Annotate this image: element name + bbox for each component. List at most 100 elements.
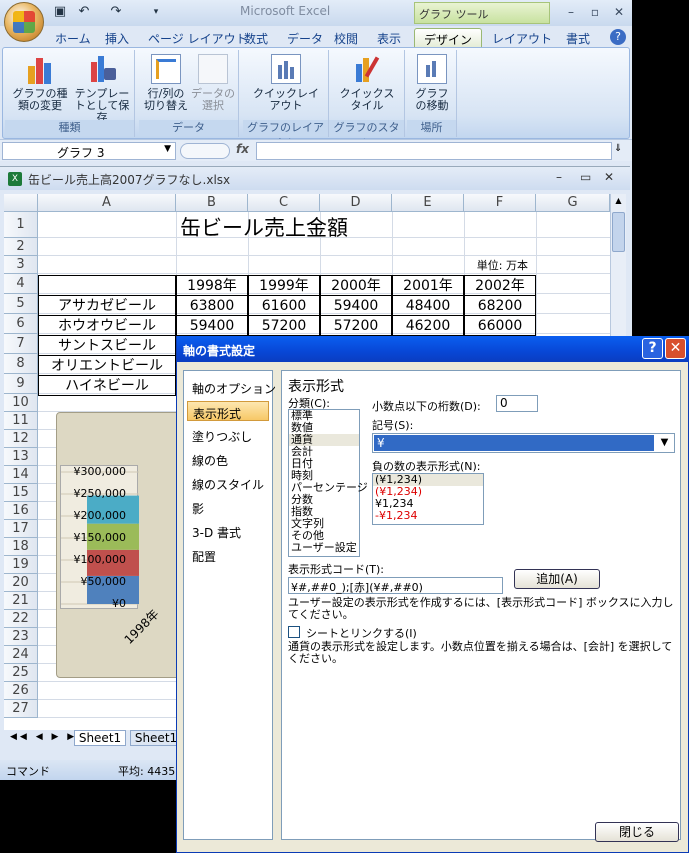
tab-formulas[interactable]: 数式 bbox=[244, 28, 268, 48]
switch-row-column-label: 行/列の切り替え bbox=[144, 87, 188, 112]
row-header[interactable]: 1 bbox=[4, 212, 38, 238]
section-heading: 表示形式 bbox=[288, 379, 344, 395]
select-data-button[interactable]: データの選択 bbox=[191, 54, 235, 112]
add-button[interactable]: 追加(A) bbox=[514, 569, 600, 589]
wb-minimize-icon[interactable]: – bbox=[556, 170, 562, 184]
dialog-close-icon[interactable]: ✕ bbox=[665, 338, 686, 359]
symbol-label: 記号(S): bbox=[372, 419, 414, 432]
minimize-icon[interactable]: – bbox=[562, 4, 580, 20]
format-code-input[interactable]: ¥#,##0_);[赤](¥#,##0) bbox=[288, 577, 503, 594]
row-header[interactable]: 4 bbox=[4, 274, 38, 294]
save-template-button[interactable]: テンプレートとして保存 bbox=[73, 54, 131, 124]
save-icon[interactable]: ▣ bbox=[52, 4, 68, 20]
nav-line-color[interactable]: 線の色 bbox=[187, 449, 269, 469]
formula-expand-control[interactable] bbox=[180, 143, 230, 159]
row-header[interactable]: 12 bbox=[4, 430, 38, 448]
row-header[interactable]: 9 bbox=[4, 374, 38, 394]
brand-cell: アサカゼビール bbox=[38, 295, 176, 316]
quick-layout-button[interactable]: クイックレイアウト bbox=[251, 54, 321, 112]
tab-view[interactable]: 表示 bbox=[377, 28, 401, 48]
move-chart-label: グラフの移動 bbox=[415, 87, 449, 112]
tab-review[interactable]: 校閲 bbox=[334, 28, 358, 48]
nav-axis-options[interactable]: 軸のオプション bbox=[187, 377, 276, 397]
row-header[interactable]: 23 bbox=[4, 628, 38, 646]
row-header[interactable]: 11 bbox=[4, 412, 38, 430]
dialog-help-icon[interactable]: ? bbox=[642, 338, 663, 359]
row-header[interactable]: 19 bbox=[4, 556, 38, 574]
row-header[interactable]: 5 bbox=[4, 294, 38, 314]
help-icon[interactable]: ? bbox=[610, 29, 626, 45]
name-box[interactable]: グラフ 3 ▼ bbox=[2, 142, 176, 160]
row-header[interactable]: 25 bbox=[4, 664, 38, 682]
row-header[interactable]: 14 bbox=[4, 466, 38, 484]
undo-icon[interactable]: ↶ bbox=[76, 4, 92, 20]
col-header-b[interactable]: B bbox=[176, 194, 248, 212]
wb-close-icon[interactable]: ✕ bbox=[604, 170, 614, 184]
row-header[interactable]: 20 bbox=[4, 574, 38, 592]
negative-format-item[interactable]: -¥1,234 bbox=[373, 510, 483, 522]
chevron-down-icon[interactable]: ▼ bbox=[164, 144, 171, 154]
row-header[interactable]: 15 bbox=[4, 484, 38, 502]
col-header-f[interactable]: F bbox=[464, 194, 536, 212]
close-icon[interactable]: ✕ bbox=[610, 4, 628, 20]
y-axis[interactable]: ¥300,000 ¥250,000 ¥200,000 ¥150,000 ¥100,000… bbox=[56, 465, 127, 610]
quick-style-button[interactable]: クイックスタイル bbox=[335, 54, 399, 112]
wb-restore-icon[interactable]: ▭ bbox=[580, 170, 591, 184]
tab-insert[interactable]: 挿入 bbox=[105, 28, 129, 48]
nav-shadow[interactable]: 影 bbox=[187, 497, 269, 517]
col-header-a[interactable]: A bbox=[38, 194, 176, 212]
tab-layout[interactable]: レイアウト bbox=[492, 28, 552, 48]
qat-dropdown-icon[interactable]: ▾ bbox=[148, 4, 164, 20]
select-all-corner[interactable] bbox=[4, 194, 38, 212]
category-item[interactable]: ユーザー設定 bbox=[289, 542, 359, 554]
row-header[interactable]: 27 bbox=[4, 700, 38, 718]
nav-3d-format[interactable]: 3-D 書式 bbox=[187, 521, 269, 541]
col-header-g[interactable]: G bbox=[536, 194, 610, 212]
col-header-d[interactable]: D bbox=[320, 194, 392, 212]
negative-format-list[interactable]: (¥1,234) (¥1,234) ¥1,234 -¥1,234 bbox=[372, 473, 484, 525]
row-header[interactable]: 13 bbox=[4, 448, 38, 466]
row-header[interactable]: 17 bbox=[4, 520, 38, 538]
row-header[interactable]: 24 bbox=[4, 646, 38, 664]
move-chart-button[interactable]: グラフの移動 bbox=[411, 54, 453, 112]
link-to-source-checkbox[interactable] bbox=[288, 626, 300, 638]
decimals-input[interactable]: 0 bbox=[496, 395, 538, 412]
tab-design[interactable]: デザイン bbox=[414, 28, 483, 48]
category-list[interactable]: 標準 数値 通貨 会計 日付 時刻 パーセンテージ 分数 指数 文字列 その他 ユーザー設定 bbox=[288, 409, 368, 557]
row-header[interactable]: 18 bbox=[4, 538, 38, 556]
change-chart-type-button[interactable]: グラフの種類の変更 bbox=[9, 54, 71, 112]
tab-page-layout[interactable]: ページ レイアウト bbox=[148, 28, 248, 48]
row-header[interactable]: 21 bbox=[4, 592, 38, 610]
tab-home[interactable]: ホーム bbox=[55, 28, 91, 48]
redo-icon[interactable]: ↷ bbox=[108, 4, 124, 20]
sheet-tab[interactable]: Sheet1 bbox=[130, 730, 182, 746]
restore-icon[interactable]: ▫ bbox=[586, 4, 604, 20]
formula-input[interactable] bbox=[256, 142, 612, 160]
row-header[interactable]: 8 bbox=[4, 354, 38, 374]
scroll-up-icon[interactable]: ▲ bbox=[612, 196, 625, 210]
close-button[interactable]: 閉じる bbox=[595, 822, 679, 842]
row-header[interactable]: 22 bbox=[4, 610, 38, 628]
row-header[interactable]: 3 bbox=[4, 256, 38, 274]
col-header-e[interactable]: E bbox=[392, 194, 464, 212]
tab-data[interactable]: データ bbox=[287, 28, 323, 48]
scroll-thumb[interactable] bbox=[612, 212, 625, 252]
insert-function-button[interactable]: fx bbox=[236, 142, 249, 156]
nav-number-format[interactable]: 表示形式 bbox=[187, 401, 269, 421]
nav-fill[interactable]: 塗りつぶし bbox=[187, 425, 269, 445]
row-header[interactable]: 26 bbox=[4, 682, 38, 700]
tab-format[interactable]: 書式 bbox=[566, 28, 590, 48]
row-header[interactable]: 10 bbox=[4, 394, 38, 412]
switch-row-column-button[interactable]: 行/列の切り替え bbox=[143, 54, 189, 112]
row-header[interactable]: 2 bbox=[4, 238, 38, 256]
symbol-select[interactable]: ¥ ▼ bbox=[372, 433, 675, 453]
sheet-tab[interactable]: Sheet1 bbox=[74, 730, 126, 746]
row-header[interactable]: 16 bbox=[4, 502, 38, 520]
row-header[interactable]: 7 bbox=[4, 334, 38, 354]
expand-formula-icon[interactable]: ⇓ bbox=[614, 143, 622, 154]
chevron-down-icon[interactable]: ▼ bbox=[656, 435, 673, 451]
col-header-c[interactable]: C bbox=[248, 194, 320, 212]
nav-alignment[interactable]: 配置 bbox=[187, 545, 269, 565]
nav-line-style[interactable]: 線のスタイル bbox=[187, 473, 269, 493]
row-header[interactable]: 6 bbox=[4, 314, 38, 334]
